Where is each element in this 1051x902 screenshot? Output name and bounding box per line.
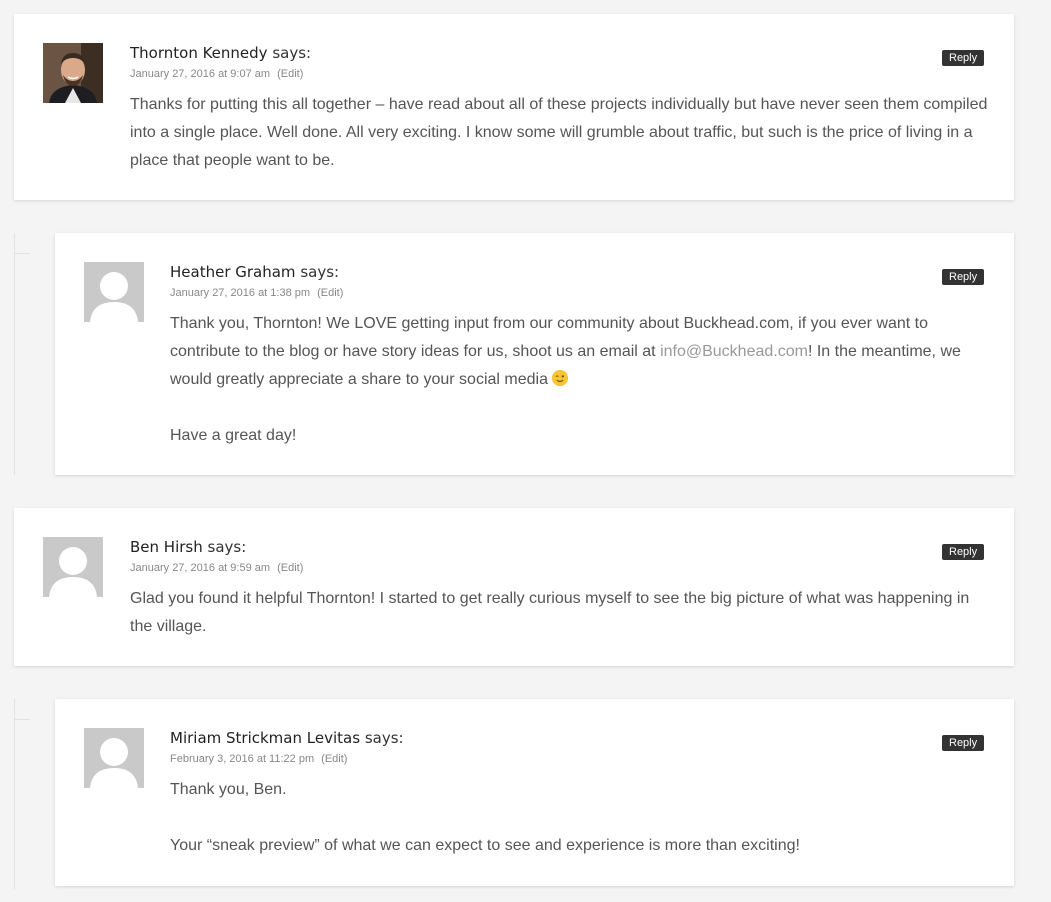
edit-link[interactable]: (Edit) (277, 68, 303, 80)
edit-link[interactable]: (Edit) (317, 287, 343, 299)
says-label: says: (300, 263, 340, 281)
comment-card-reply: Heather Graham says: January 27, 2016 at… (55, 233, 1014, 475)
comment-paragraph: Your “sneak preview” of what we can expe… (170, 837, 800, 854)
user-silhouette-icon (84, 262, 144, 322)
comment-paragraph: Have a great day! (170, 427, 297, 444)
comment-meta: February 3, 2016 at 11:22 pm (Edit) (170, 753, 347, 765)
comment-body: Thank you, Ben. Your “sneak preview” of … (170, 776, 1000, 860)
user-silhouette-icon (43, 537, 103, 597)
thread-line (14, 699, 15, 889)
email-link[interactable]: info@Buckhead.com (660, 343, 808, 360)
comment-paragraph: Thanks for putting this all together – h… (130, 96, 988, 169)
reply-button[interactable]: Reply (942, 269, 985, 285)
comment-author-line: Thornton Kennedy says: (130, 44, 311, 62)
comment-author-line: Ben Hirsh says: (130, 538, 246, 556)
comment-meta: January 27, 2016 at 9:59 am (Edit) (130, 562, 303, 574)
thread-tick (14, 253, 30, 254)
says-label: says: (272, 44, 312, 62)
user-silhouette-icon (84, 728, 144, 788)
says-label: says: (364, 729, 404, 747)
comment-body: Glad you found it helpful Thornton! I st… (130, 585, 990, 641)
reply-button[interactable]: Reply (942, 544, 985, 560)
default-avatar-icon (84, 728, 144, 788)
thread-line (14, 233, 15, 475)
edit-link[interactable]: (Edit) (321, 753, 347, 765)
comment-date-link[interactable]: January 27, 2016 at 1:38 pm (170, 287, 310, 299)
comment-paragraph: Thank you, Thornton! We LOVE getting inp… (170, 310, 1000, 394)
reply-button[interactable]: Reply (942, 50, 985, 66)
comment-author-line: Heather Graham says: (170, 263, 339, 281)
wink-emoji-icon (552, 370, 569, 386)
comment-author-name: Heather Graham (170, 263, 296, 281)
comment-card: Thornton Kennedy says: January 27, 2016 … (14, 14, 1014, 200)
comment-author-name: Ben Hirsh (130, 538, 203, 556)
comment-body: Thank you, Thornton! We LOVE getting inp… (170, 310, 1000, 450)
comment-paragraph: Thank you, Ben. (170, 781, 287, 798)
default-avatar-icon (43, 537, 103, 597)
default-avatar-icon (84, 262, 144, 322)
author-photo (43, 43, 103, 103)
says-label: says: (207, 538, 247, 556)
comment-author-name: Thornton Kennedy (130, 44, 268, 62)
comment-author-line: Miriam Strickman Levitas says: (170, 729, 404, 747)
comment-card-reply: Miriam Strickman Levitas says: February … (55, 699, 1014, 886)
comment-author-name: Miriam Strickman Levitas (170, 729, 361, 747)
reply-button[interactable]: Reply (942, 735, 985, 751)
comment-meta: January 27, 2016 at 1:38 pm (Edit) (170, 287, 343, 299)
comment-paragraph: Glad you found it helpful Thornton! I st… (130, 590, 970, 635)
comment-date-link[interactable]: January 27, 2016 at 9:07 am (130, 68, 270, 80)
comment-card: Ben Hirsh says: January 27, 2016 at 9:59… (14, 508, 1014, 666)
comment-meta: January 27, 2016 at 9:07 am (Edit) (130, 68, 303, 80)
edit-link[interactable]: (Edit) (277, 562, 303, 574)
comment-date-link[interactable]: February 3, 2016 at 11:22 pm (170, 753, 314, 765)
thread-tick (14, 719, 30, 720)
comment-body: Thanks for putting this all together – h… (130, 91, 1000, 175)
comment-date-link[interactable]: January 27, 2016 at 9:59 am (130, 562, 270, 574)
author-avatar (43, 43, 103, 103)
